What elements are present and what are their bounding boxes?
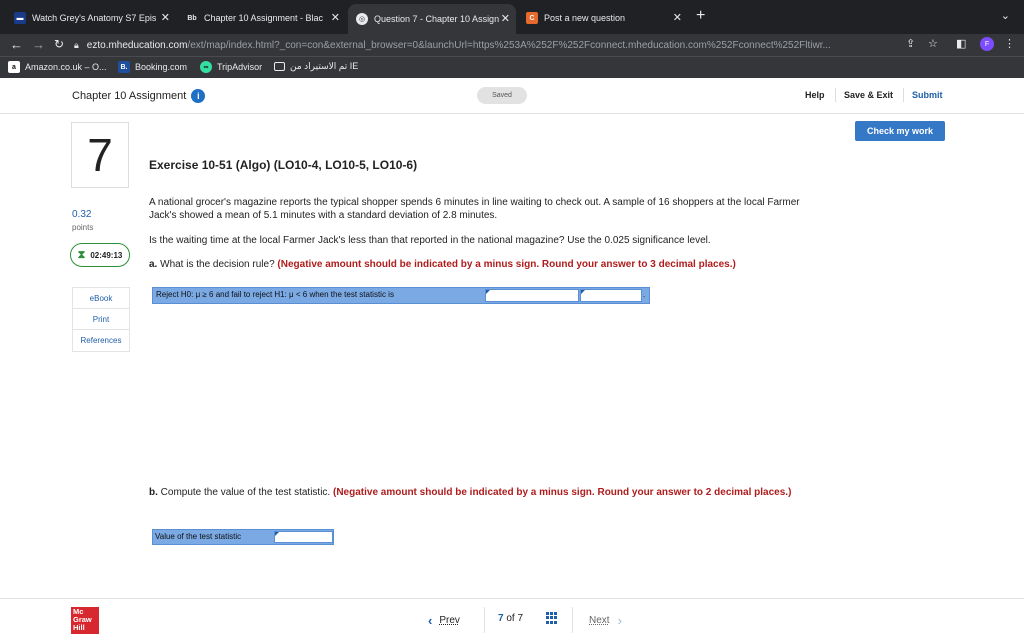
kebab-menu-icon[interactable]: ⋮: [1004, 37, 1015, 50]
tab-post-new-question[interactable]: C Post a new question ✕: [518, 6, 688, 30]
divider: [572, 607, 573, 633]
tripadvisor-icon: ∞: [200, 61, 212, 73]
star-icon[interactable]: ☆: [928, 37, 938, 50]
blackboard-icon: Bb: [186, 12, 198, 24]
tab-question-7[interactable]: ◎ Question 7 - Chapter 10 Assign ✕: [348, 4, 516, 34]
reload-icon[interactable]: ↻: [54, 37, 64, 51]
tab-chapter-10-assignment[interactable]: Bb Chapter 10 Assignment - Blac ✕: [178, 6, 346, 30]
field-marker-icon: [581, 290, 585, 294]
help-link[interactable]: Help: [805, 90, 825, 100]
divider: [484, 607, 485, 633]
save-exit-link[interactable]: Save & Exit: [844, 90, 893, 100]
chevron-right-icon: ›: [617, 613, 622, 628]
connect-icon: ◎: [356, 13, 368, 25]
field-marker-icon: [275, 532, 279, 536]
question-number: 7: [71, 122, 129, 188]
new-tab-icon[interactable]: +: [696, 7, 705, 25]
points-label: points: [72, 223, 94, 232]
grid-view-icon[interactable]: [546, 612, 558, 624]
bookmark-amazon[interactable]: a Amazon.co.uk – O...: [8, 61, 107, 73]
bookmark-folder-ie[interactable]: تم الاستيراد من IE: [274, 61, 358, 72]
question-intro: A national grocer's magazine reports the…: [149, 197, 800, 221]
folder-icon: [274, 62, 285, 71]
back-icon[interactable]: ←: [10, 37, 23, 52]
close-tab-icon[interactable]: ✕: [161, 11, 170, 24]
next-button[interactable]: Next ›: [589, 613, 622, 628]
bookmarks-bar: a Amazon.co.uk – O... B. Booking.com ∞ T…: [0, 56, 1024, 78]
submit-link[interactable]: Submit: [912, 90, 943, 100]
print-link[interactable]: Print: [73, 309, 129, 330]
forward-icon[interactable]: →: [32, 37, 45, 52]
sidepanel-icon[interactable]: ◧: [956, 37, 966, 50]
booking-icon: B.: [118, 61, 130, 73]
tab-greys-anatomy[interactable]: ▬ Watch Grey's Anatomy S7 Epis ✕: [6, 6, 176, 30]
test-statistic-input[interactable]: [274, 531, 333, 543]
prev-button[interactable]: ‹ Prev: [428, 613, 460, 628]
bookmark-tripadvisor[interactable]: ∞ TripAdvisor: [200, 61, 262, 73]
decision-rule-row: Reject H0: μ ≥ 6 and fail to reject H1: …: [152, 287, 650, 304]
bookmark-booking[interactable]: B. Booking.com: [118, 61, 187, 73]
part-a-instruction: a. What is the decision rule? (Negative …: [149, 259, 736, 270]
amazon-icon: a: [8, 61, 20, 73]
resource-links: eBook Print References: [72, 287, 130, 352]
divider: [903, 88, 904, 102]
close-tab-icon[interactable]: ✕: [501, 12, 510, 25]
chegg-icon: C: [526, 12, 538, 24]
references-link[interactable]: References: [73, 330, 129, 351]
exercise-title: Exercise 10-51 (Algo) (LO10-4, LO10-5, L…: [149, 158, 418, 172]
hourglass-icon: ⧗: [77, 248, 86, 261]
rule-period: .: [643, 290, 646, 299]
decision-rule-select[interactable]: [485, 289, 579, 302]
test-statistic-label: Value of the test statistic: [155, 532, 242, 541]
decision-rule-value-input[interactable]: [580, 289, 642, 302]
lock-icon: 🔒︎: [74, 39, 79, 50]
saved-badge: Saved: [477, 87, 527, 104]
points-value: 0.32: [72, 209, 92, 220]
tv-icon: ▬: [14, 12, 26, 24]
close-tab-icon[interactable]: ✕: [673, 11, 682, 24]
share-icon[interactable]: ⇪: [906, 37, 915, 50]
timer-badge: ⧗ 02:49:13: [70, 243, 130, 267]
mcgraw-hill-logo: Mc Graw Hill: [71, 607, 99, 634]
assignment-header: Chapter 10 Assignment i Saved Help Save …: [0, 78, 1024, 114]
address-bar: ← → ↻ 🔒︎ ezto.mheducation.com/ext/map/in…: [0, 34, 1024, 56]
question-footer: Mc Graw Hill ‹ Prev 7 of 7 Next ›: [0, 598, 1024, 640]
part-b-instruction: b. Compute the value of the test statist…: [149, 487, 792, 498]
chevron-left-icon: ‹: [428, 613, 433, 628]
profile-avatar[interactable]: F: [980, 37, 994, 51]
divider: [835, 88, 836, 102]
test-statistic-row: Value of the test statistic: [152, 529, 334, 545]
browser-tab-bar: ▬ Watch Grey's Anatomy S7 Epis ✕ Bb Chap…: [0, 0, 1024, 34]
assignment-title: Chapter 10 Assignment i: [72, 89, 206, 103]
ebook-link[interactable]: eBook: [73, 288, 129, 309]
info-icon[interactable]: i: [191, 89, 206, 103]
field-marker-icon: [486, 290, 490, 294]
decision-rule-text: Reject H0: μ ≥ 6 and fail to reject H1: …: [156, 290, 394, 299]
url-field[interactable]: 🔒︎ ezto.mheducation.com/ext/map/index.ht…: [74, 36, 954, 54]
page-indicator: 7 of 7: [498, 613, 524, 624]
check-my-work-button[interactable]: Check my work: [855, 121, 945, 141]
chevron-down-icon[interactable]: ⌄: [1001, 9, 1010, 22]
question-prompt: Is the waiting time at the local Farmer …: [149, 235, 711, 246]
close-tab-icon[interactable]: ✕: [331, 11, 340, 24]
